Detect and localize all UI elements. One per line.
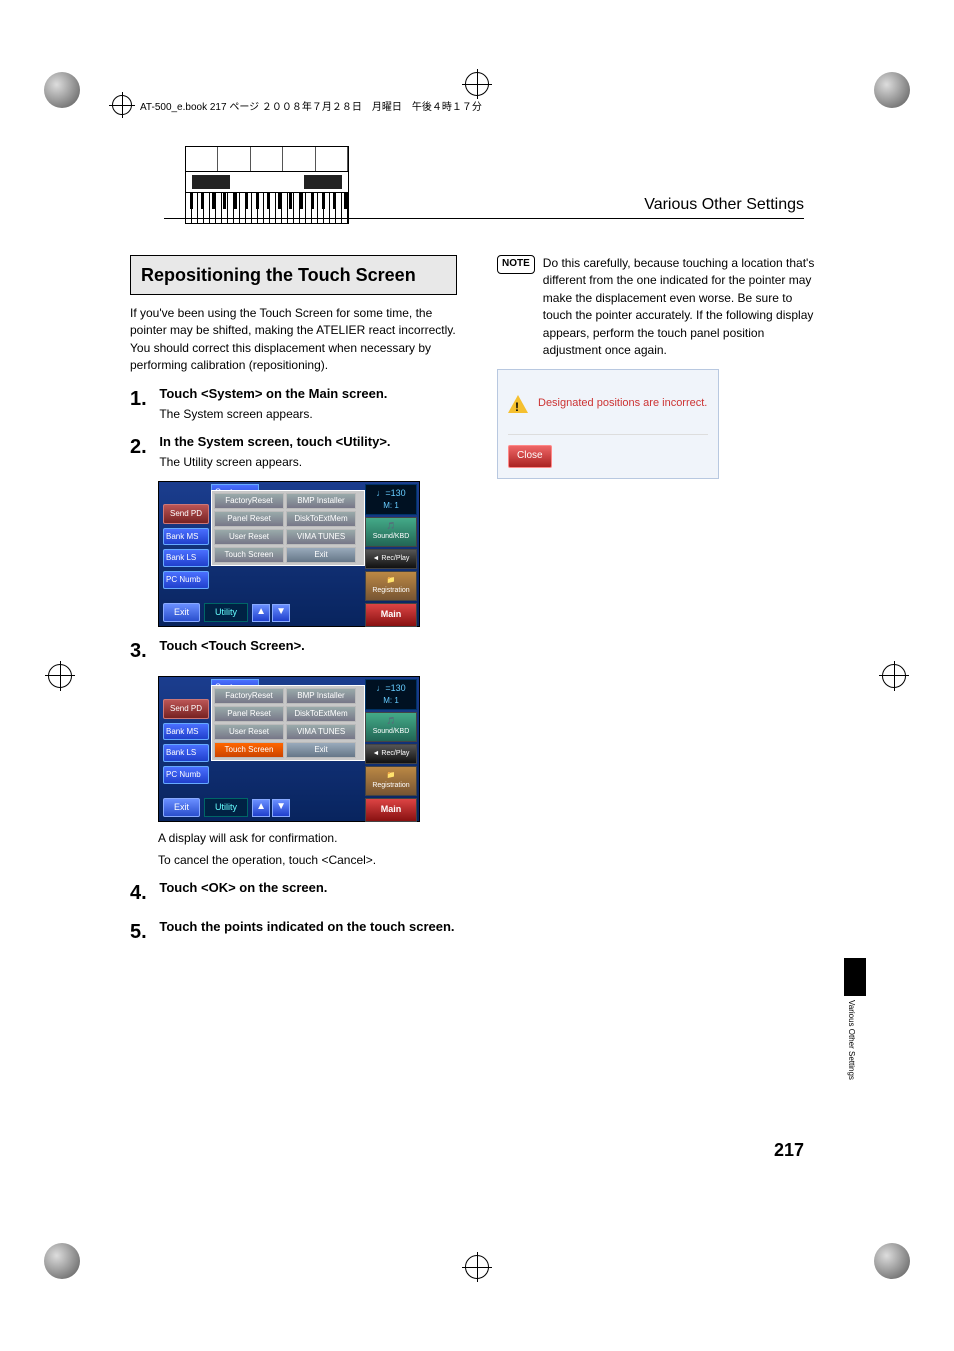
step-number-3: 3. bbox=[130, 637, 156, 666]
warning-icon bbox=[508, 395, 528, 413]
sidebar-pc-num-2[interactable]: PC Numb bbox=[163, 766, 209, 784]
rec-play-tab[interactable]: ◄ Rec/Play bbox=[365, 549, 417, 569]
sidebar-send-pc-2[interactable]: Send PD bbox=[163, 699, 209, 719]
sidebar-pc-num[interactable]: PC Numb bbox=[163, 571, 209, 589]
main-tab[interactable]: Main bbox=[365, 603, 417, 626]
panel-reset-button-2[interactable]: Panel Reset bbox=[214, 706, 284, 722]
exit-button[interactable]: Exit bbox=[163, 603, 200, 622]
section-title: Various Other Settings bbox=[164, 196, 804, 219]
popup-exit-button-2[interactable]: Exit bbox=[286, 742, 356, 758]
factory-reset-button-2[interactable]: FactoryReset bbox=[214, 688, 284, 704]
step-3-title: Touch <Touch Screen>. bbox=[159, 637, 456, 656]
ui-screenshot-2: Syste Send PD Bank MS Bank LS PC Numb Fa… bbox=[158, 676, 420, 822]
utility-label-2: Utility bbox=[204, 798, 248, 817]
arrow-up-button-2[interactable]: ▲ bbox=[252, 799, 270, 817]
step-number-5: 5. bbox=[130, 918, 156, 947]
arrow-down-button-2[interactable]: ▼ bbox=[272, 799, 290, 817]
registration-tab-2[interactable]: 📁 Registration bbox=[365, 766, 417, 796]
step-2-sub: The Utility screen appears. bbox=[159, 454, 456, 471]
sound-kbd-tab-2[interactable]: 🎵 Sound/KBD bbox=[365, 712, 417, 742]
step-2-title: In the System screen, touch <Utility>. bbox=[159, 433, 456, 452]
dialog-close-button[interactable]: Close bbox=[508, 445, 552, 468]
page-number: 217 bbox=[774, 1140, 804, 1161]
side-chapter-tab bbox=[844, 958, 866, 996]
utility-popup-2: FactoryReset BMP Installer Panel Reset D… bbox=[211, 685, 365, 761]
header-text: AT-500_e.book 217 ページ ２００８年７月２８日 月曜日 午後４… bbox=[140, 98, 482, 113]
sidebar-send-pc[interactable]: Send PD bbox=[163, 504, 209, 524]
side-chapter-text: Various Other Settings bbox=[847, 1000, 856, 1080]
crop-mark-bottom bbox=[465, 1255, 489, 1279]
dialog-message: Designated positions are incorrect. bbox=[538, 396, 707, 412]
arrow-up-button[interactable]: ▲ bbox=[252, 604, 270, 622]
intro-text: If you've been using the Touch Screen fo… bbox=[130, 305, 457, 375]
registration-tab[interactable]: 📁 Registration bbox=[365, 571, 417, 601]
crop-ball-br bbox=[874, 1243, 910, 1279]
step-1-title: Touch <System> on the Main screen. bbox=[159, 385, 456, 404]
tempo-value-2: ♩=130 bbox=[366, 682, 416, 695]
vima-tunes-button-2[interactable]: VIMA TUNES bbox=[286, 724, 356, 740]
arrow-down-button[interactable]: ▼ bbox=[272, 604, 290, 622]
crop-mark-left bbox=[48, 664, 72, 688]
exit-button-2[interactable]: Exit bbox=[163, 798, 200, 817]
boxed-heading: Repositioning the Touch Screen bbox=[130, 255, 457, 295]
main-tab-2[interactable]: Main bbox=[365, 798, 417, 821]
post-screenshot-a: A display will ask for confirmation. bbox=[158, 830, 457, 847]
crop-mark-right bbox=[882, 664, 906, 688]
bmp-installer-button-2[interactable]: BMP Installer bbox=[286, 688, 356, 704]
crop-ball-tl bbox=[44, 72, 80, 108]
tempo-display-2: ♩=130 M: 1 bbox=[365, 679, 417, 710]
rec-play-tab-2[interactable]: ◄ Rec/Play bbox=[365, 744, 417, 764]
step-number-2: 2. bbox=[130, 433, 156, 462]
tempo-display: ♩=130 M: 1 bbox=[365, 484, 417, 515]
user-reset-button-2[interactable]: User Reset bbox=[214, 724, 284, 740]
factory-reset-button[interactable]: FactoryReset bbox=[214, 493, 284, 509]
tempo-m-2: M: 1 bbox=[366, 695, 416, 707]
tempo-value: ♩=130 bbox=[366, 487, 416, 500]
vima-tunes-button[interactable]: VIMA TUNES bbox=[286, 529, 356, 545]
error-dialog: Designated positions are incorrect. Clos… bbox=[497, 369, 719, 479]
step-5-title: Touch the points indicated on the touch … bbox=[159, 918, 456, 937]
step-number-1: 1. bbox=[130, 385, 156, 414]
sidebar-bank-ls[interactable]: Bank LS bbox=[163, 549, 209, 567]
sidebar-bank-ls-2[interactable]: Bank LS bbox=[163, 744, 209, 762]
bmp-installer-button[interactable]: BMP Installer bbox=[286, 493, 356, 509]
disk-to-ext-button-2[interactable]: DiskToExtMem bbox=[286, 706, 356, 722]
ui-screenshot-1: Syste Send PD Bank MS Bank LS PC Numb Fa… bbox=[158, 481, 420, 627]
sound-kbd-tab[interactable]: 🎵 Sound/KBD bbox=[365, 517, 417, 547]
utility-label: Utility bbox=[204, 603, 248, 622]
register-mark-icon bbox=[112, 95, 132, 115]
note-badge: NOTE bbox=[497, 255, 535, 274]
panel-reset-button[interactable]: Panel Reset bbox=[214, 511, 284, 527]
crop-ball-bl bbox=[44, 1243, 80, 1279]
utility-popup: FactoryReset BMP Installer Panel Reset D… bbox=[211, 490, 365, 566]
disk-to-ext-button[interactable]: DiskToExtMem bbox=[286, 511, 356, 527]
user-reset-button[interactable]: User Reset bbox=[214, 529, 284, 545]
sidebar-bank-ms-2[interactable]: Bank MS bbox=[163, 723, 209, 741]
post-screenshot-b: To cancel the operation, touch <Cancel>. bbox=[158, 852, 457, 869]
crop-mark-top bbox=[465, 72, 489, 96]
note-text: Do this carefully, because touching a lo… bbox=[543, 255, 824, 359]
step-number-4: 4. bbox=[130, 879, 156, 908]
touch-screen-button-active[interactable]: Touch Screen bbox=[214, 742, 284, 758]
tempo-m: M: 1 bbox=[366, 500, 416, 512]
step-4-title: Touch <OK> on the screen. bbox=[159, 879, 456, 898]
crop-ball-tr bbox=[874, 72, 910, 108]
touch-screen-button[interactable]: Touch Screen bbox=[214, 547, 284, 563]
popup-exit-button[interactable]: Exit bbox=[286, 547, 356, 563]
document-header: AT-500_e.book 217 ページ ２００８年７月２８日 月曜日 午後４… bbox=[112, 95, 842, 115]
sidebar-bank-ms[interactable]: Bank MS bbox=[163, 528, 209, 546]
step-1-sub: The System screen appears. bbox=[159, 406, 456, 423]
